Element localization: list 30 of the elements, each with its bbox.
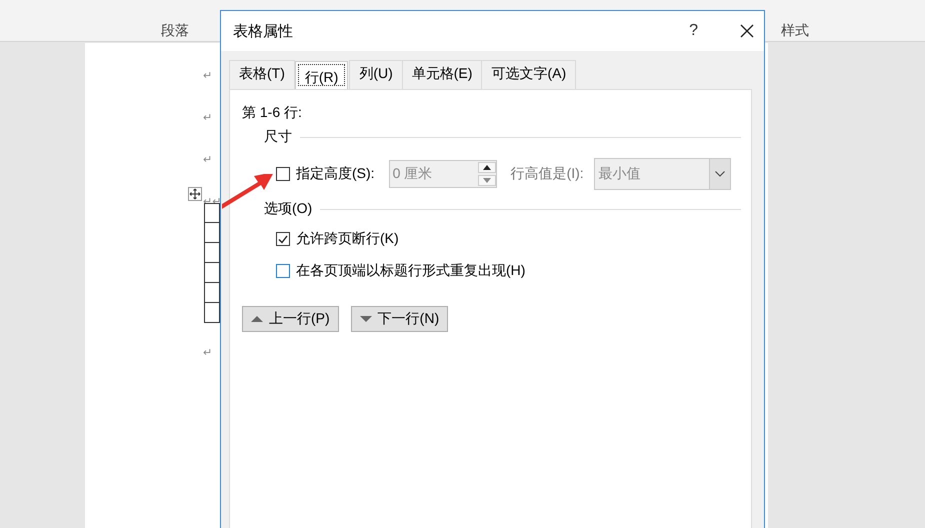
section-label: 第 1-6 行:: [242, 104, 303, 122]
window-title: 表格属性: [233, 22, 294, 40]
nav-button[interactable]: 上一行(P): [242, 306, 339, 332]
group-label: 样式: [781, 22, 809, 40]
move-handle-icon[interactable]: [188, 187, 202, 201]
paragraph-mark: ↵: [203, 346, 214, 361]
checkbox[interactable]: [276, 232, 290, 246]
tab[interactable]: 行(R): [294, 61, 348, 89]
nav-button[interactable]: 下一行(N): [350, 306, 448, 332]
checkbox[interactable]: [276, 264, 290, 278]
triangle-icon: [360, 314, 372, 324]
field-label: 行高值是(I):: [510, 165, 584, 183]
checkbox-label: 允许跨页断行(K): [296, 230, 399, 248]
group-title: 选项(O): [264, 200, 312, 218]
paragraph-mark: ↵: [203, 69, 214, 84]
checkbox[interactable]: [276, 167, 290, 181]
close-icon[interactable]: [740, 24, 754, 38]
triangle-icon: [251, 314, 263, 324]
tab[interactable]: 可选文字(A): [481, 60, 576, 89]
paragraph-mark: ↵: [203, 111, 214, 126]
group-title: 尺寸: [264, 128, 292, 146]
chevron-down-icon: [714, 171, 725, 177]
checkbox-label: 在各页顶端以标题行形式重复出现(H): [296, 262, 526, 280]
tab[interactable]: 列(U): [349, 60, 403, 89]
checkbox-label: 指定高度(S):: [296, 165, 375, 183]
paragraph-mark: ↵↵: [203, 195, 222, 209]
group-label: 段落: [161, 22, 189, 40]
help-button[interactable]: ?: [689, 22, 698, 40]
paragraph-mark: ↵: [203, 153, 214, 168]
tab[interactable]: 表格(T): [229, 60, 295, 89]
